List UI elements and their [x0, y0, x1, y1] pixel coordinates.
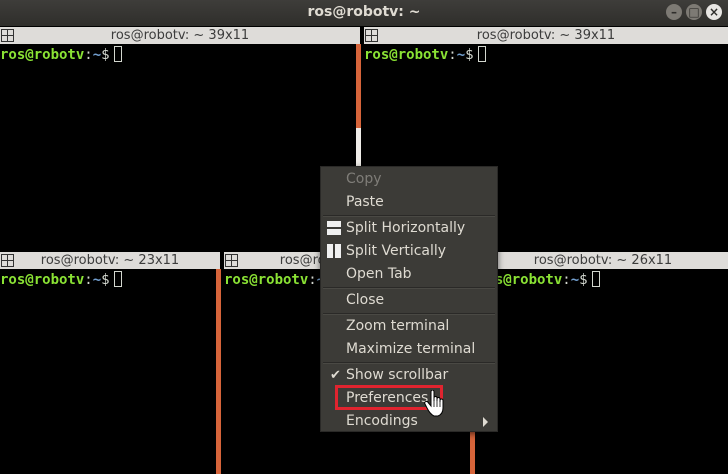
terminal-pane-bottom-left[interactable]: ros@robotv: ~ 23x11 ros@robotv:~$ — [0, 252, 220, 474]
pane-titlebar: ros@robotv: ~ 26x11 — [478, 252, 728, 269]
terminator-grid-icon[interactable] — [225, 254, 238, 267]
terminator-grid-icon[interactable] — [365, 29, 378, 42]
scrollbar[interactable] — [216, 269, 221, 474]
menu-item-open-tab[interactable]: Open Tab — [321, 263, 497, 286]
menu-item-maximize-terminal[interactable]: Maximize terminal — [321, 338, 497, 361]
pane-title: ros@robotv: ~ 26x11 — [533, 253, 673, 268]
close-button[interactable]: × — [706, 4, 722, 20]
split-horizontal-icon — [327, 221, 341, 235]
menu-item-copy: Copy — [346, 171, 382, 187]
pane-titlebar: ros@robotv: ~ 23x11 — [0, 252, 220, 269]
context-menu: Copy Paste Split Horizontally Split Vert… — [320, 166, 498, 432]
scrollbar-thumb[interactable] — [356, 128, 361, 168]
window-title: ros@robotv: ~ — [307, 4, 421, 20]
terminal-pane-bottom-right[interactable]: ros@robotv: ~ 26x11 ros@robotv:~$ — [478, 252, 728, 474]
menu-item-paste[interactable]: Paste — [321, 191, 497, 214]
menu-item-close[interactable]: Close — [321, 289, 497, 312]
minimize-button[interactable]: – — [666, 4, 682, 20]
terminator-grid-icon[interactable] — [1, 29, 14, 42]
text-cursor — [113, 46, 122, 62]
maximize-button[interactable]: □ — [686, 4, 702, 20]
menu-item-zoom-terminal[interactable]: Zoom terminal — [321, 315, 497, 338]
hand-pointer-icon — [424, 390, 444, 417]
text-cursor — [477, 46, 486, 62]
menu-item-split-horizontally[interactable]: Split Horizontally — [321, 217, 497, 240]
terminal-pane-top-left[interactable]: ros@robotv: ~ 39x11 ros@robotv:~$ — [0, 27, 360, 249]
pane-titlebar: ros@robotv: ~ 39x11 — [364, 27, 728, 44]
split-vertical-icon — [327, 244, 341, 258]
text-cursor — [113, 271, 122, 287]
pane-titlebar: ros@robotv: ~ 39x11 — [0, 27, 360, 44]
pane-title: ros@robotv: ~ 23x11 — [40, 253, 180, 268]
pane-title: ros@robotv: ~ 39x11 — [110, 28, 250, 43]
menu-item-encodings[interactable]: Encodings — [321, 410, 497, 433]
terminal-prompt: ros@robotv:~$ — [364, 46, 486, 63]
text-cursor — [591, 271, 600, 287]
menu-item-show-scrollbar[interactable]: ✔ Show scrollbar — [321, 364, 497, 387]
window-titlebar: ros@robotv: ~ – □ × — [0, 0, 728, 26]
submenu-arrow-icon — [483, 417, 488, 427]
menu-item-split-vertically[interactable]: Split Vertically — [321, 240, 497, 263]
terminal-prompt: ros@robotv:~$ — [0, 46, 122, 63]
checkmark-icon: ✔ — [330, 368, 341, 383]
pane-title: ros@robotv: ~ 39x11 — [476, 28, 616, 43]
terminal-prompt: ros@robotv:~$ — [0, 271, 122, 288]
terminator-grid-icon[interactable] — [1, 254, 14, 267]
